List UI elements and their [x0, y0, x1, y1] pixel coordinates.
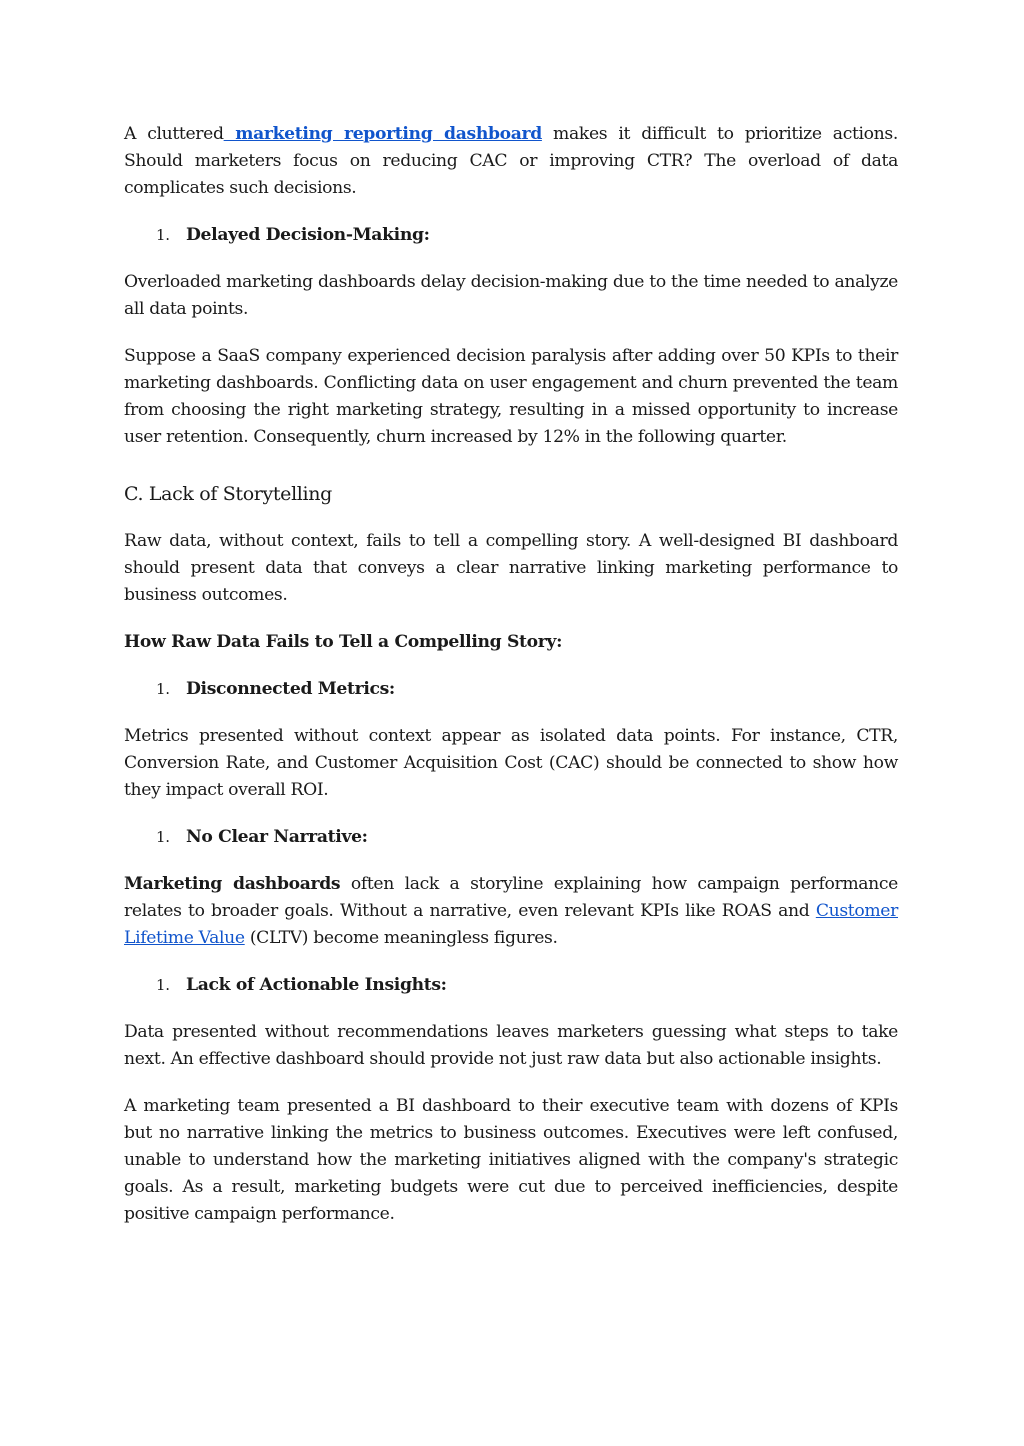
marketing-reporting-dashboard-link[interactable]: marketing reporting dashboard: [224, 124, 542, 144]
list-item-no-clear-narrative: 1. No Clear Narrative:: [124, 824, 898, 851]
list-item-label: Disconnected Metrics:: [186, 679, 395, 699]
list-item-label: No Clear Narrative:: [186, 827, 368, 847]
intro-text-pre: A cluttered: [124, 124, 224, 144]
list-number: 1.: [156, 226, 170, 244]
list-item-disconnected-metrics: 1. Disconnected Metrics:: [124, 676, 898, 703]
paragraph-saas-example: Suppose a SaaS company experienced decis…: [124, 346, 898, 447]
paragraph-narrative: Marketing dashboards often lack a storyl…: [124, 871, 898, 952]
narrative-text-2: (CLTV) become meaningless figures.: [244, 928, 558, 948]
list-item-delayed-decision: 1. Delayed Decision-Making:: [124, 222, 898, 249]
bold-marketing-dashboards: Marketing dashboards: [124, 874, 341, 894]
list-number: 1.: [156, 680, 170, 698]
list-number: 1.: [156, 976, 170, 994]
section-heading-storytelling: C. Lack of Storytelling: [124, 483, 332, 505]
list-item-actionable-insights: 1. Lack of Actionable Insights:: [124, 972, 898, 999]
list-item-label: Delayed Decision-Making:: [186, 225, 430, 245]
list-item-label: Lack of Actionable Insights:: [186, 975, 447, 995]
paragraph-actionable: Data presented without recommendations l…: [124, 1022, 898, 1069]
subheading-how-raw-data-fails: How Raw Data Fails to Tell a Compelling …: [124, 632, 563, 652]
paragraph-marketing-team: A marketing team presented a BI dashboar…: [124, 1096, 898, 1224]
list-number: 1.: [156, 828, 170, 846]
paragraph-metrics: Metrics presented without context appear…: [124, 726, 898, 800]
intro-paragraph: A cluttered marketing reporting dashboar…: [124, 121, 898, 202]
paragraph-overloaded: Overloaded marketing dashboards delay de…: [124, 272, 898, 319]
document-page: A cluttered marketing reporting dashboar…: [124, 121, 898, 1248]
paragraph-raw-data: Raw data, without context, fails to tell…: [124, 531, 898, 605]
